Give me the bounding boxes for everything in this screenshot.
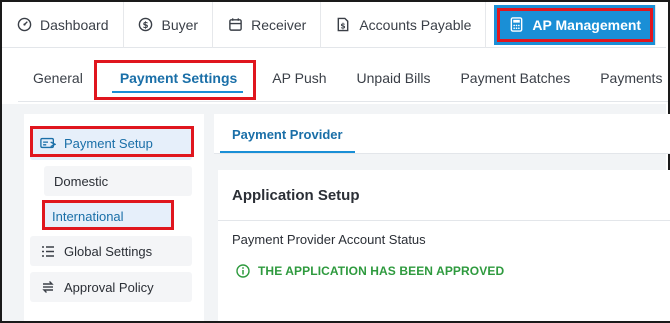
sidebar-item-payment-setup[interactable]: Payment Setup	[30, 126, 192, 160]
svg-text:$: $	[341, 21, 346, 30]
nav-dashboard-label: Dashboard	[40, 16, 109, 33]
tab-ap-push-label: AP Push	[272, 70, 327, 86]
sidebar-item-approval-policy-label: Approval Policy	[64, 279, 154, 295]
nav-receiver[interactable]: Receiver	[213, 1, 322, 48]
provider-tabs: Payment Provider	[214, 114, 670, 154]
tab-payments[interactable]: Payments	[585, 55, 670, 101]
nav-accounts-payable[interactable]: $ Accounts Payable	[321, 1, 487, 48]
status-badge: THE APPLICATION HAS BEEN APPROVED	[236, 264, 504, 278]
sidebar-item-international[interactable]: International	[44, 202, 174, 230]
status-value: THE APPLICATION HAS BEEN APPROVED	[258, 264, 505, 278]
nav-dashboard[interactable]: Dashboard	[2, 1, 124, 48]
nav-ap-management-label: AP Management	[532, 16, 642, 33]
payment-card-icon	[40, 135, 56, 151]
dollar-document-icon: $	[335, 17, 351, 33]
calendar-icon	[227, 17, 243, 33]
tab-general[interactable]: General	[18, 55, 98, 101]
info-circle-icon	[236, 264, 250, 278]
card-divider	[218, 220, 670, 221]
nav-buyer-label: Buyer	[161, 16, 199, 33]
tab-payment-batches[interactable]: Payment Batches	[445, 55, 585, 101]
calculator-icon	[508, 17, 524, 33]
nav-accounts-payable-label: Accounts Payable	[359, 16, 472, 33]
policy-arrows-icon	[40, 279, 56, 295]
sub-tabs: General Payment Settings AP Push Unpaid …	[18, 56, 668, 102]
tab-unpaid-bills[interactable]: Unpaid Bills	[342, 55, 446, 101]
sidebar-item-domestic-label: Domestic	[54, 173, 109, 189]
tab-payment-settings[interactable]: Payment Settings	[98, 55, 257, 101]
nav-ap-management[interactable]: AP Management	[494, 4, 657, 45]
sidebar-item-payment-setup-label: Payment Setup	[64, 135, 153, 151]
tab-payment-provider-label: Payment Provider	[232, 126, 343, 142]
dollar-circle-icon: $	[138, 17, 154, 33]
svg-text:$: $	[143, 20, 149, 30]
list-settings-icon	[40, 243, 56, 259]
card-title: Application Setup	[232, 186, 360, 204]
application-setup-card: Application Setup Payment Provider Accou…	[218, 170, 670, 321]
sidebar-item-international-label: International	[52, 208, 124, 224]
tab-unpaid-bills-label: Unpaid Bills	[356, 70, 431, 86]
sidebar-item-global-settings[interactable]: Global Settings	[30, 236, 192, 266]
tab-payment-batches-label: Payment Batches	[460, 70, 571, 86]
dashboard-gauge-icon	[16, 17, 32, 33]
top-navigation: Dashboard $ Buyer Receiver $ Accounts Pa…	[2, 1, 666, 48]
main-panel: Payment Provider Application Setup Payme…	[214, 114, 670, 321]
tab-payment-provider[interactable]: Payment Provider	[220, 114, 355, 154]
status-label: Payment Provider Account Status	[232, 232, 426, 247]
sidebar: Payment Setup Domestic International Glo…	[24, 114, 204, 321]
tab-payment-settings-label: Payment Settings	[119, 70, 238, 86]
sidebar-item-domestic[interactable]: Domestic	[44, 166, 192, 196]
sidebar-item-approval-policy[interactable]: Approval Policy	[30, 272, 192, 302]
sidebar-item-global-settings-label: Global Settings	[64, 243, 153, 259]
tab-payments-label: Payments	[600, 70, 663, 86]
nav-receiver-label: Receiver	[251, 16, 307, 33]
tab-general-label: General	[33, 70, 83, 86]
nav-buyer[interactable]: $ Buyer	[124, 1, 214, 48]
tab-ap-push[interactable]: AP Push	[257, 55, 341, 101]
